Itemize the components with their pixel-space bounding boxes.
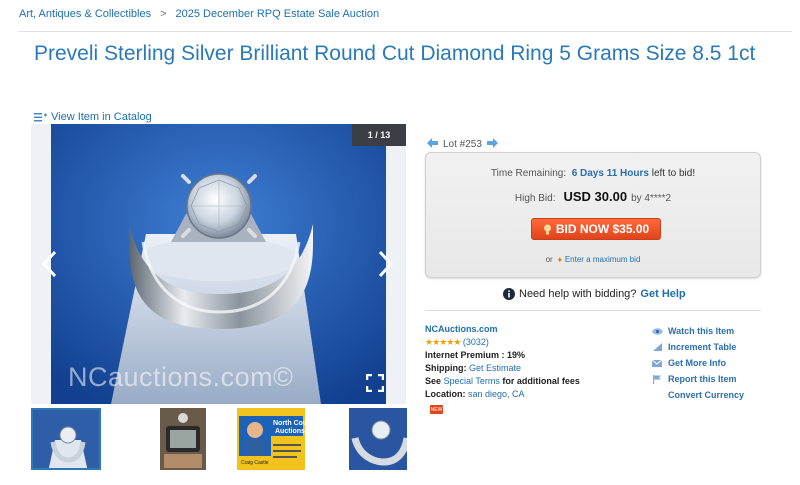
- report-item-link[interactable]: Report this Item: [668, 371, 737, 387]
- chevron-left-icon: [41, 250, 57, 278]
- bid-panel: Time Remaining: 6 Days 11 Hours left to …: [425, 152, 761, 278]
- time-label: Time Remaining:: [490, 168, 567, 179]
- star-rating-icon: ★★★★★: [425, 337, 461, 347]
- increment-icon: [651, 343, 663, 351]
- high-bidder: by 4****2: [631, 193, 672, 204]
- eye-icon: [651, 327, 663, 335]
- lot-number: Lot #253: [443, 139, 482, 150]
- terms-suffix: for additional fees: [502, 376, 580, 386]
- bullet-icon: ♦: [557, 255, 562, 264]
- thumb-heading-line2: Auctions: [275, 428, 305, 435]
- high-bid-label: High Bid:: [514, 193, 556, 204]
- watermark: NCauctions.com©: [68, 362, 294, 392]
- watch-item-action[interactable]: Watch this Item: [651, 323, 744, 339]
- convert-currency-link[interactable]: Convert Currency: [668, 387, 744, 403]
- info-icon: [503, 288, 515, 300]
- thumb-name: Craig Castle: [241, 460, 269, 466]
- location-value: san diego, CA: [468, 389, 525, 399]
- lot-navigation: Lot #253: [427, 138, 498, 151]
- image-counter: 1 / 13: [352, 124, 406, 146]
- seller-name-link[interactable]: NCAuctions.com: [425, 324, 498, 334]
- bid-now-label: BID NOW $35.00: [555, 222, 650, 236]
- shipping-estimate-link[interactable]: Get Estimate: [469, 363, 521, 373]
- get-help-link[interactable]: Get Help: [640, 288, 685, 300]
- increment-table-link[interactable]: Increment Table: [668, 339, 736, 355]
- watch-item-link[interactable]: Watch this Item: [668, 323, 734, 339]
- thumb-heading-line1: North County: [273, 420, 305, 427]
- divider: [18, 31, 792, 32]
- fullscreen-icon: [365, 373, 385, 393]
- new-badge: NEW: [430, 405, 443, 414]
- shipping-label: Shipping:: [425, 363, 467, 373]
- internet-premium: Internet Premium : 19%: [425, 350, 526, 360]
- seller-info: NCAuctions.com ★★★★★ (3032) Internet Pre…: [425, 323, 580, 401]
- breadcrumb-separator: >: [160, 8, 167, 20]
- breadcrumb-link-auction[interactable]: 2025 December RPQ Estate Sale Auction: [176, 8, 380, 20]
- prev-lot-button[interactable]: [427, 138, 438, 151]
- page-title: Preveli Sterling Silver Brilliant Round …: [34, 42, 756, 65]
- max-bid-row: or ♦ Enter a maximum bid: [426, 255, 760, 264]
- breadcrumb: Art, Antiques & Collectibles >2025 Decemb…: [19, 8, 379, 20]
- view-catalog-link[interactable]: View Item in Catalog: [34, 111, 152, 123]
- list-icon: [34, 112, 48, 122]
- next-lot-button[interactable]: [486, 138, 498, 151]
- arrow-left-icon: [427, 138, 438, 148]
- increment-table-action[interactable]: Increment Table: [651, 339, 744, 355]
- bid-now-button[interactable]: BID NOW $35.00: [531, 218, 661, 240]
- lightbulb-icon: [543, 224, 551, 234]
- next-image-button[interactable]: [374, 249, 396, 279]
- more-info-link[interactable]: Get More Info: [668, 355, 726, 371]
- high-bid-value: USD 30.00: [563, 189, 628, 204]
- time-suffix: left to bid!: [651, 168, 696, 179]
- fullscreen-button[interactable]: [365, 373, 385, 393]
- more-info-action[interactable]: Get More Info: [651, 355, 744, 371]
- location-label: Location:: [425, 389, 466, 399]
- bidding-help: Need help with bidding? Get Help: [503, 288, 686, 300]
- time-remaining: Time Remaining: 6 Days 11 Hours left to …: [426, 168, 760, 179]
- high-bid: High Bid: USD 30.00 by 4****2: [426, 189, 760, 204]
- divider: [425, 310, 761, 311]
- arrow-right-icon: [486, 138, 498, 148]
- convert-currency-action[interactable]: Convert Currency: [651, 387, 744, 403]
- see-label: See: [425, 376, 442, 386]
- max-bid-link[interactable]: Enter a maximum bid: [565, 255, 641, 264]
- prev-image-button[interactable]: [39, 249, 61, 279]
- breadcrumb-link-category[interactable]: Art, Antiques & Collectibles: [19, 8, 151, 20]
- thumbnail-4[interactable]: [349, 408, 407, 470]
- thumbnail-3[interactable]: North County Auctions Craig Castle: [237, 408, 305, 470]
- image-viewer[interactable]: NCauctions.com© 1 / 13: [31, 124, 406, 404]
- flag-icon: [651, 374, 663, 384]
- thumbnail-1[interactable]: [31, 408, 101, 470]
- item-actions: Watch this Item Increment Table Get More…: [651, 323, 744, 403]
- special-terms-link[interactable]: Special Terms: [444, 376, 500, 386]
- reviews-link[interactable]: (3032): [463, 337, 489, 347]
- time-value: 6 Days 11 Hours: [571, 168, 649, 179]
- mail-icon: [651, 359, 663, 367]
- report-item-action[interactable]: Report this Item: [651, 371, 744, 387]
- thumbnail-2[interactable]: [160, 408, 206, 470]
- help-text: Need help with bidding?: [519, 288, 637, 300]
- or-text: or: [545, 255, 553, 264]
- chevron-right-icon: [378, 250, 394, 278]
- view-catalog-label: View Item in Catalog: [51, 111, 152, 123]
